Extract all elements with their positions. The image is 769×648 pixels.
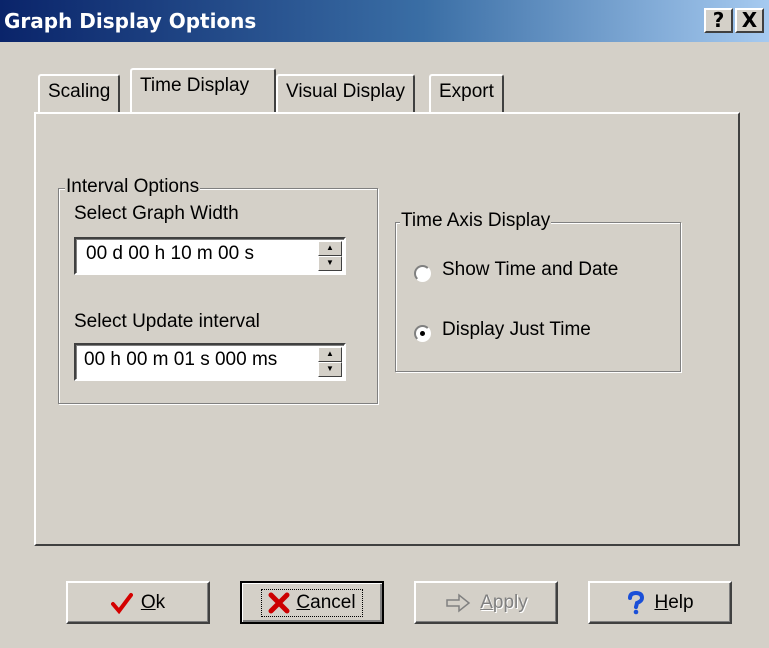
spin-up-icon[interactable]: ▲ [318,347,342,362]
tab-time-display[interactable]: Time Display [130,68,276,112]
tab-panel-time-display: Interval Options Select Graph Width 00 d… [34,112,740,546]
context-help-button[interactable]: ? [704,8,733,33]
spin-up-icon[interactable]: ▲ [318,241,342,256]
close-button[interactable]: X [735,8,764,33]
apply-button[interactable]: Apply [414,581,558,624]
focus-rect: Cancel [261,588,363,617]
display-just-time-label[interactable]: Display Just Time [442,319,591,341]
checkmark-icon [110,592,133,614]
radio-show-time-and-date[interactable] [414,265,431,282]
title-bar[interactable]: Graph Display Options ? X [0,0,769,42]
radio-selected-dot [420,331,425,336]
question-mark-icon [628,590,645,614]
update-interval-label: Select Update interval [74,311,260,332]
update-interval-value[interactable]: 00 h 00 m 01 s 000 ms [84,349,277,371]
ok-label: Ok [140,591,166,613]
interval-options-group: Interval Options Select Graph Width 00 d… [58,176,378,404]
cancel-label: Cancel [296,591,356,613]
radio-display-just-time[interactable] [414,325,431,342]
ok-button[interactable]: Ok [66,581,210,624]
tab-scaling[interactable]: Scaling [38,74,121,112]
spin-down-icon[interactable]: ▼ [318,256,342,271]
cancel-button[interactable]: Cancel [240,581,384,624]
apply-arrow-icon [446,592,471,613]
update-interval-spinner[interactable]: 00 h 00 m 01 s 000 ms ▲ ▼ [74,343,346,381]
window-title: Graph Display Options [4,9,257,33]
show-time-and-date-label[interactable]: Show Time and Date [442,259,618,281]
help-button[interactable]: Help [588,581,732,624]
time-axis-display-group: Time Axis Display Show Time and Date Dis… [395,210,681,372]
help-label: Help [654,591,694,613]
apply-label: Apply [480,591,528,613]
time-axis-display-label: Time Axis Display [400,210,552,232]
update-interval-spin-buttons[interactable]: ▲ ▼ [318,347,342,377]
graph-width-spinner[interactable]: 00 d 00 h 10 m 00 s ▲ ▼ [74,237,346,275]
graph-width-value[interactable]: 00 d 00 h 10 m 00 s [86,243,254,265]
spin-down-icon[interactable]: ▼ [318,362,342,377]
graph-width-label: Select Graph Width [74,203,239,224]
interval-options-label: Interval Options [65,176,201,198]
tab-visual-display[interactable]: Visual Display [276,74,415,112]
x-icon [268,592,290,613]
tab-export[interactable]: Export [429,74,504,112]
graph-width-spin-buttons[interactable]: ▲ ▼ [318,241,342,271]
